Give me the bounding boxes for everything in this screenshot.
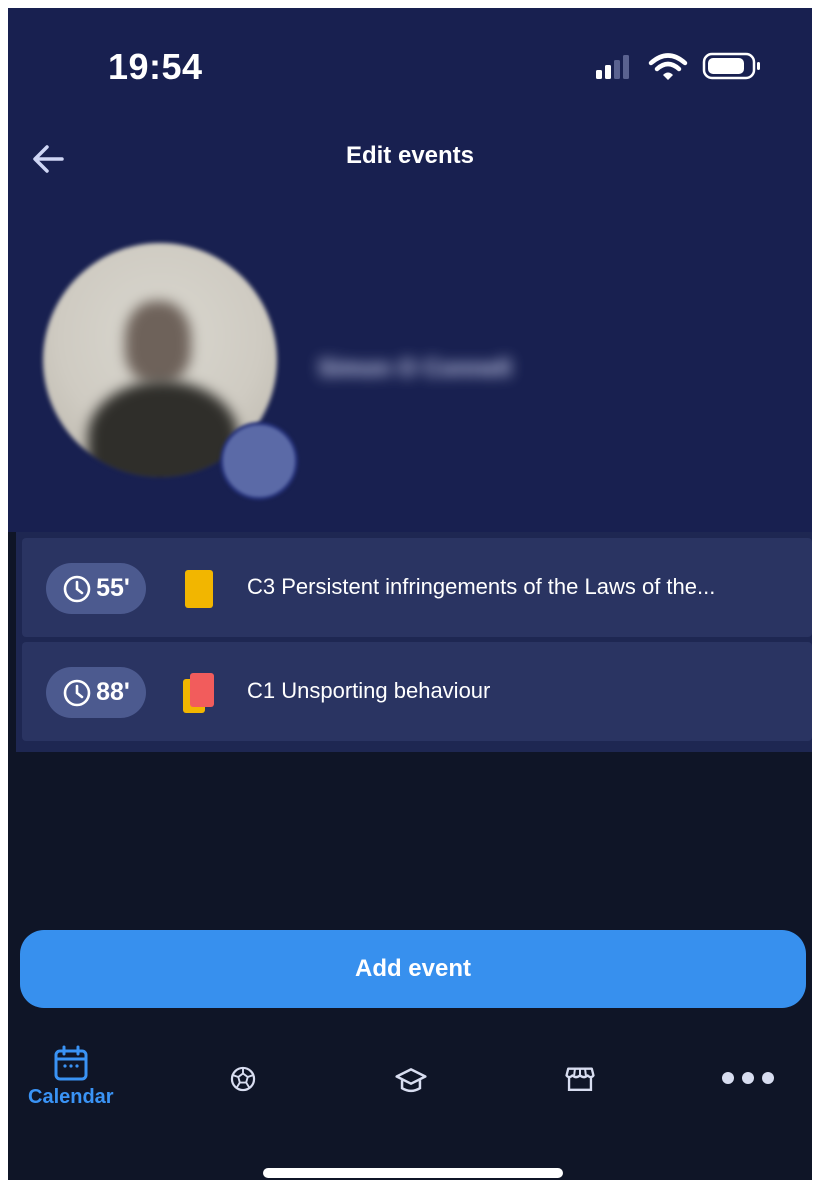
tab-matches[interactable] — [228, 1064, 258, 1094]
nav-header: Edit events — [8, 118, 812, 201]
event-minute: 55' — [96, 574, 130, 602]
player-profile: Simon O Connell — [8, 200, 812, 532]
avatar-edit-badge[interactable] — [220, 422, 298, 500]
more-icon — [722, 1072, 774, 1084]
tab-store[interactable] — [564, 1062, 596, 1094]
tab-learning[interactable] — [394, 1064, 428, 1098]
clock-icon — [63, 679, 91, 706]
phone-screen: 19:54 Edit events Simon O Connell 55' C3… — [8, 8, 812, 1180]
event-row[interactable]: 55' C3 Persistent infringements of the L… — [22, 538, 812, 637]
event-minute-pill: 55' — [46, 563, 146, 614]
calendar-icon — [54, 1045, 88, 1081]
home-indicator[interactable] — [263, 1168, 563, 1178]
clock-icon — [63, 575, 91, 602]
wifi-icon — [648, 53, 688, 80]
event-minute: 88' — [96, 678, 130, 706]
battery-icon — [702, 52, 760, 80]
event-description: C1 Unsporting behaviour — [247, 678, 491, 703]
yellow-card-icon — [185, 570, 213, 608]
player-name: Simon O Connell — [318, 355, 512, 382]
tab-calendar[interactable]: Calendar — [28, 1044, 114, 1109]
event-description: C3 Persistent infringements of the Laws … — [247, 574, 716, 599]
tab-label: Calendar — [28, 1086, 114, 1108]
store-icon — [565, 1067, 595, 1091]
second-yellow-red-card-icon — [183, 673, 214, 713]
cellular-signal-icon — [596, 55, 629, 79]
football-icon — [230, 1066, 256, 1092]
graduation-cap-icon — [395, 1068, 427, 1093]
status-time: 19:54 — [108, 46, 203, 87]
tab-more[interactable] — [720, 1070, 776, 1086]
add-event-button[interactable]: Add event — [20, 930, 806, 1008]
events-list: 55' C3 Persistent infringements of the L… — [16, 532, 812, 752]
status-bar: 19:54 — [8, 8, 812, 118]
event-row[interactable]: 88' C1 Unsporting behaviour — [22, 642, 812, 741]
event-minute-pill: 88' — [46, 667, 146, 718]
page-title: Edit events — [345, 142, 475, 169]
